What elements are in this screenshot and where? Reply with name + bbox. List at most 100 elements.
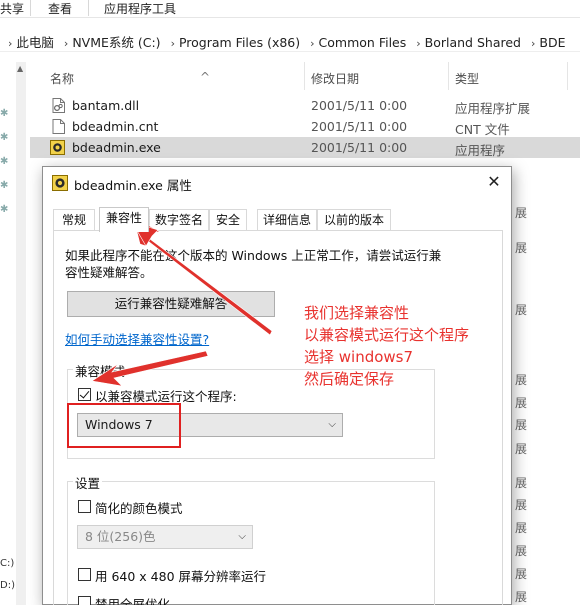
- breadcrumb-item[interactable]: 此电脑: [16, 35, 54, 50]
- file-type: 应用程序: [455, 143, 506, 158]
- manual-settings-link[interactable]: 如何手动选择兼容性设置?: [65, 329, 209, 348]
- file-date: 2001/5/11 0:00: [311, 140, 408, 155]
- tab-digital-signature[interactable]: 数字签名: [149, 209, 209, 231]
- column-divider[interactable]: [448, 62, 449, 90]
- file-type-fragment: 展: [515, 418, 528, 432]
- chevron-down-icon: ⌵: [238, 531, 246, 542]
- chevron-down-icon: ⌵: [328, 419, 336, 430]
- file-type-fragment: 展: [515, 476, 528, 490]
- fullscreen-opt-label[interactable]: 禁用全屏优化: [95, 594, 170, 605]
- column-divider[interactable]: [304, 62, 305, 90]
- annotation-text: 我们选择兼容性 以兼容模式运行这个程序 选择 windows7 然后确定保存: [304, 302, 469, 390]
- scroll-up-icon[interactable]: ▲: [17, 64, 23, 73]
- nav-drive-c[interactable]: C:): [0, 558, 14, 569]
- file-type-fragment: 展: [515, 498, 528, 512]
- dll-file-icon: [52, 98, 65, 113]
- intro-line: 如果此程序不能在这个版本的 Windows 上正常工作，请尝试运行兼: [65, 248, 442, 263]
- annotation-line: 然后确定保存: [304, 370, 395, 388]
- color-depth-select: 8 位(256)色 ⌵: [77, 525, 253, 549]
- run-troubleshooter-button[interactable]: 运行兼容性疑难解答: [67, 291, 275, 317]
- navigation-pane: ✱ ✱ ✱ ✱ ✱ C:) D:): [0, 56, 16, 605]
- breadcrumb-item[interactable]: BDE: [539, 35, 565, 50]
- chevron-right-icon: ›: [63, 37, 69, 50]
- file-type: 应用程序扩展: [455, 101, 531, 116]
- file-type-fragment: 展: [515, 303, 528, 317]
- breadcrumb: › 此电脑 › NVME系统 (C:) › Program Files (x86) ›…: [6, 32, 569, 51]
- tab-details[interactable]: 详细信息: [257, 209, 317, 231]
- dialog-titlebar[interactable]: bdeadmin.exe 属性 ✕: [43, 167, 511, 199]
- pin-icon[interactable]: ✱: [0, 156, 10, 167]
- ribbon-tab-share[interactable]: 共享: [0, 0, 24, 17]
- file-row-selected[interactable]: bdeadmin.exe 2001/5/11 0:00 应用程序: [30, 137, 580, 158]
- compat-mode-checkbox[interactable]: [78, 388, 91, 401]
- file-date: 2001/5/11 0:00: [311, 98, 408, 113]
- compat-mode-group-label: 兼容模式: [73, 361, 128, 380]
- breadcrumb-item[interactable]: NVME系统 (C:): [72, 35, 160, 50]
- file-type: CNT 文件: [455, 122, 510, 137]
- annotation-highlight-box: [67, 403, 181, 448]
- address-bar[interactable]: › 此电脑 › NVME系统 (C:) › Program Files (x86) ›…: [0, 28, 580, 52]
- annotation-line: 选择 windows7: [304, 348, 414, 366]
- dialog-title: bdeadmin.exe 属性: [74, 178, 192, 193]
- navigation-scrollbar[interactable]: ▲: [16, 62, 26, 605]
- annotation-line: 我们选择兼容性: [304, 304, 410, 322]
- bde-app-icon: [52, 175, 68, 191]
- file-type-fragment: 展: [515, 544, 528, 558]
- file-date: 2001/5/11 0:00: [311, 119, 408, 134]
- chevron-right-icon: ›: [530, 37, 536, 50]
- pin-icon[interactable]: ✱: [0, 180, 10, 191]
- sort-ascending-icon: ^: [200, 70, 211, 84]
- tab-compatibility[interactable]: 兼容性: [99, 207, 149, 232]
- column-header-name[interactable]: 名称: [50, 70, 74, 87]
- dialog-tabs: 常规 兼容性 数字签名 安全 详细信息 以前的版本: [53, 207, 503, 232]
- column-divider[interactable]: [567, 62, 568, 90]
- chevron-right-icon: ›: [310, 37, 315, 50]
- pin-icon[interactable]: ✱: [0, 108, 10, 119]
- resolution-640-checkbox[interactable]: [78, 568, 91, 581]
- tab-general[interactable]: 常规: [53, 209, 95, 231]
- file-row[interactable]: bantam.dll 2001/5/11 0:00 应用程序扩展: [30, 95, 580, 116]
- breadcrumb-item[interactable]: Borland Shared: [425, 35, 521, 50]
- nav-drive-d[interactable]: D:): [0, 580, 15, 591]
- file-type-fragment: 展: [515, 373, 528, 387]
- bde-app-icon: [50, 140, 65, 155]
- column-header-date[interactable]: 修改日期: [311, 70, 359, 87]
- file-type-fragment: 展: [515, 241, 528, 255]
- file-list-header: ^ 名称 修改日期 类型: [30, 62, 580, 90]
- annotation-line: 以兼容模式运行这个程序: [304, 326, 470, 344]
- color-depth-selected: 8 位(256)色: [85, 529, 156, 544]
- intro-text: 如果此程序不能在这个版本的 Windows 上正常工作，请尝试运行兼 容性疑难解…: [65, 247, 445, 281]
- tab-security[interactable]: 安全: [209, 209, 247, 231]
- breadcrumb-item[interactable]: Common Files: [319, 35, 407, 50]
- ribbon-tabs: 共享 查看 应用程序工具: [0, 0, 580, 18]
- ribbon-tab-app-tools[interactable]: 应用程序工具: [104, 0, 176, 17]
- generic-file-icon: [52, 119, 65, 134]
- pin-icon[interactable]: ✱: [0, 132, 10, 143]
- ribbon-divider: [88, 0, 89, 16]
- file-type-fragment: 展: [515, 206, 528, 220]
- chevron-right-icon: ›: [170, 37, 175, 50]
- fullscreen-opt-checkbox[interactable]: [78, 596, 91, 605]
- file-name: bantam.dll: [72, 98, 140, 113]
- chevron-right-icon: ›: [416, 37, 421, 50]
- ribbon-tab-view[interactable]: 查看: [48, 0, 72, 17]
- file-name: bdeadmin.cnt: [72, 119, 159, 134]
- column-header-type[interactable]: 类型: [455, 70, 479, 87]
- settings-group-label: 设置: [73, 473, 103, 492]
- breadcrumb-item[interactable]: Program Files (x86): [179, 35, 300, 50]
- close-icon[interactable]: ✕: [483, 171, 505, 193]
- file-type-fragment: 展: [515, 396, 528, 410]
- file-type-fragment: 展: [515, 521, 528, 535]
- file-row[interactable]: bdeadmin.cnt 2001/5/11 0:00 CNT 文件: [30, 116, 580, 137]
- file-type-fragment: 展: [515, 567, 528, 581]
- ribbon-divider: [30, 0, 31, 16]
- pin-icon[interactable]: ✱: [0, 204, 10, 215]
- resolution-640-label[interactable]: 用 640 x 480 屏幕分辨率运行: [95, 566, 266, 585]
- file-name: bdeadmin.exe: [72, 140, 161, 155]
- file-type-fragment: 展: [515, 590, 528, 604]
- file-type-fragment: 展: [515, 442, 528, 456]
- reduced-color-label[interactable]: 简化的颜色模式: [95, 498, 183, 517]
- tab-previous-versions[interactable]: 以前的版本: [317, 209, 391, 231]
- reduced-color-checkbox[interactable]: [78, 500, 91, 513]
- chevron-right-icon: ›: [8, 37, 13, 50]
